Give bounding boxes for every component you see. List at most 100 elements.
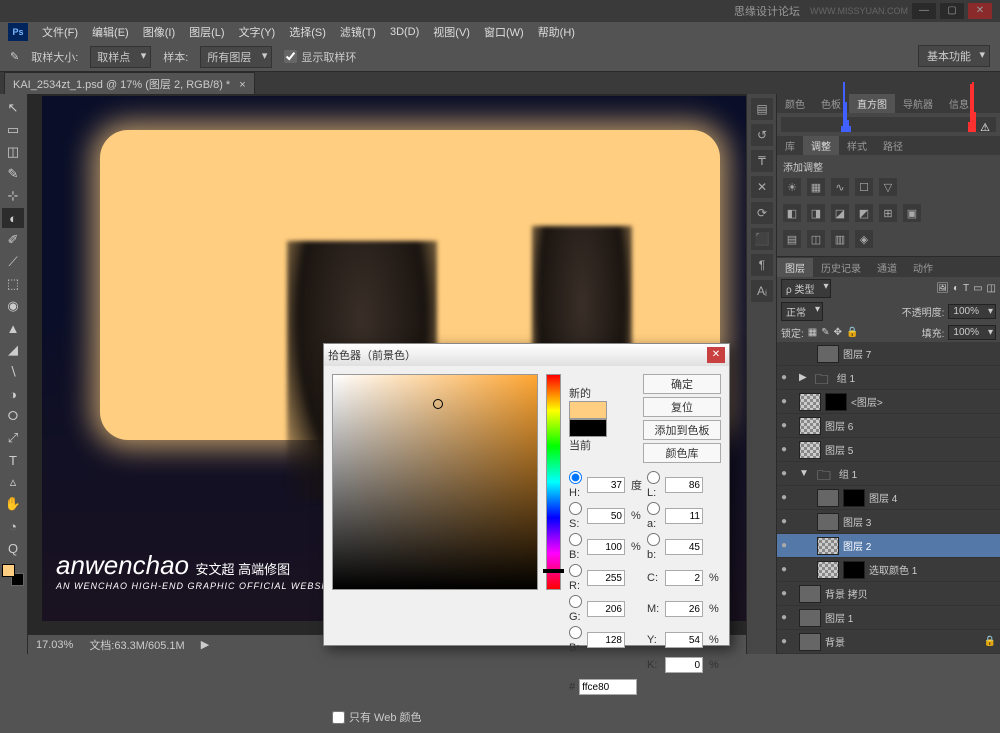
s-input[interactable] (587, 508, 625, 524)
tool-1[interactable]: ▭ (2, 120, 24, 140)
lock-paint-icon[interactable]: ✎ (821, 327, 829, 338)
fill-input[interactable]: 100% (948, 325, 996, 340)
visibility-icon[interactable]: ● (781, 636, 795, 647)
visibility-icon[interactable]: ● (781, 420, 795, 431)
tool-14[interactable]: ⭘ (2, 406, 24, 426)
r-radio[interactable]: R: (569, 564, 583, 592)
adj-selective-icon[interactable]: ◈ (855, 230, 873, 248)
lock-all-icon[interactable]: 🔒 (846, 327, 858, 338)
show-ring-checkbox[interactable]: 显示取样环 (284, 49, 356, 65)
lock-trans-icon[interactable]: ▦ (808, 327, 817, 338)
adj-lookup-icon[interactable]: ⊞ (879, 204, 897, 222)
zoom-level[interactable]: 17.03% (36, 639, 73, 651)
hex-input[interactable] (579, 679, 637, 695)
adj-brightness-icon[interactable]: ☀ (783, 178, 801, 196)
layer-row[interactable]: ●<图层> (777, 390, 1000, 414)
mask-thumb[interactable] (843, 489, 865, 507)
tool-4[interactable]: ⊹ (2, 186, 24, 206)
adj-levels-icon[interactable]: ▦ (807, 178, 825, 196)
y-input[interactable] (665, 632, 703, 648)
ok-button[interactable]: 确定 (643, 374, 721, 394)
web-only-checkbox[interactable] (332, 711, 345, 724)
menu-view[interactable]: 视图(V) (427, 22, 476, 42)
tab-styles[interactable]: 样式 (839, 136, 875, 155)
tab-paths[interactable]: 路径 (875, 136, 911, 155)
adj-poster-icon[interactable]: ▤ (783, 230, 801, 248)
filter-shape-icon[interactable]: ▭ (973, 283, 982, 294)
color-libraries-button[interactable]: 颜色库 (643, 443, 721, 463)
mask-thumb[interactable] (825, 393, 847, 411)
tool-17[interactable]: ▵ (2, 472, 24, 492)
tab-history[interactable]: 历史记录 (813, 258, 869, 277)
adj-vibrance-icon[interactable]: ▽ (879, 178, 897, 196)
menu-file[interactable]: 文件(F) (36, 22, 84, 42)
r-input[interactable] (587, 570, 625, 586)
cancel-button[interactable]: 复位 (643, 397, 721, 417)
layer-row[interactable]: ●▶🗀组 1 (777, 366, 1000, 390)
adj-gradient-icon[interactable]: ▥ (831, 230, 849, 248)
tab-adjust[interactable]: 调整 (803, 136, 839, 155)
layer-row[interactable]: ●图层 5 (777, 438, 1000, 462)
tool-18[interactable]: ✋ (2, 494, 24, 514)
expand-icon[interactable]: ▼ (799, 468, 809, 479)
filter-img-icon[interactable]: 🖼 (936, 283, 949, 294)
tool-11[interactable]: ◢ (2, 340, 24, 360)
dialog-titlebar[interactable]: 拾色器（前景色） ✕ (324, 344, 729, 366)
menu-help[interactable]: 帮助(H) (532, 22, 581, 42)
show-ring-input[interactable] (284, 50, 297, 63)
tool-10[interactable]: ▲ (2, 318, 24, 338)
l-radio[interactable]: L: (647, 471, 661, 499)
visibility-icon[interactable]: ● (781, 492, 795, 503)
side-panel-1[interactable]: ↺ (751, 124, 773, 146)
menu-filter[interactable]: 滤镜(T) (334, 22, 382, 42)
adj-photo-icon[interactable]: ◪ (831, 204, 849, 222)
color-swatches[interactable] (2, 564, 24, 586)
h-input[interactable] (587, 477, 625, 493)
m-input[interactable] (665, 601, 703, 617)
adj-bw-icon[interactable]: ◨ (807, 204, 825, 222)
blend-mode-dropdown[interactable]: 正常 (781, 302, 823, 321)
side-panel-4[interactable]: ⟳ (751, 202, 773, 224)
visibility-icon[interactable]: ● (781, 468, 795, 479)
h-radio[interactable]: H: (569, 471, 583, 499)
a-radio[interactable]: a: (647, 502, 661, 530)
adj-threshold-icon[interactable]: ◫ (807, 230, 825, 248)
adj-curves-icon[interactable]: ∿ (831, 178, 849, 196)
layer-row[interactable]: ●图层 2 (777, 534, 1000, 558)
side-panel-3[interactable]: ✕ (751, 176, 773, 198)
adj-exposure-icon[interactable]: ☐ (855, 178, 873, 196)
g-radio[interactable]: G: (569, 595, 583, 623)
dialog-close-button[interactable]: ✕ (707, 347, 725, 363)
menu-type[interactable]: 文字(Y) (233, 22, 282, 42)
tool-2[interactable]: ◫ (2, 142, 24, 162)
hue-slider[interactable] (546, 374, 561, 590)
minimize-button[interactable]: — (912, 3, 936, 19)
bc-radio[interactable]: B: (569, 626, 583, 654)
tool-20[interactable]: Q (2, 538, 24, 558)
close-button[interactable]: ✕ (968, 3, 992, 19)
bb-radio[interactable]: b: (647, 533, 661, 561)
k-input[interactable] (665, 657, 703, 673)
document-tab[interactable]: KAI_2534zt_1.psd @ 17% (图层 2, RGB/8) * × (4, 72, 255, 95)
layer-list[interactable]: 图层 7●▶🗀组 1●<图层>●图层 6●图层 5●▼🗀组 1●图层 4●图层 … (777, 342, 1000, 654)
side-panel-2[interactable]: ₸ (751, 150, 773, 172)
layer-row[interactable]: ●▼🗀组 1 (777, 462, 1000, 486)
maximize-button[interactable]: ▢ (940, 3, 964, 19)
doc-info-arrow[interactable]: ▶ (201, 638, 209, 651)
tool-15[interactable]: ⤢ (2, 428, 24, 448)
expand-icon[interactable]: ▶ (799, 372, 807, 383)
filter-smart-icon[interactable]: ◫ (987, 283, 996, 294)
layer-row[interactable]: ●图层 1 (777, 606, 1000, 630)
visibility-icon[interactable]: ● (781, 588, 795, 599)
tab-lib[interactable]: 库 (777, 136, 803, 155)
hue-pointer[interactable] (543, 569, 564, 573)
layer-row[interactable]: ●背景🔒 (777, 630, 1000, 654)
layer-row[interactable]: 图层 7 (777, 342, 1000, 366)
layer-row[interactable]: ●图层 4 (777, 486, 1000, 510)
layer-row[interactable]: ●图层 3 (777, 510, 1000, 534)
visibility-icon[interactable]: ● (781, 564, 795, 575)
menu-3d[interactable]: 3D(D) (384, 24, 425, 40)
mask-thumb[interactable] (843, 561, 865, 579)
tool-19[interactable]: ◔ (2, 516, 24, 536)
side-panel-6[interactable]: ¶ (751, 254, 773, 276)
